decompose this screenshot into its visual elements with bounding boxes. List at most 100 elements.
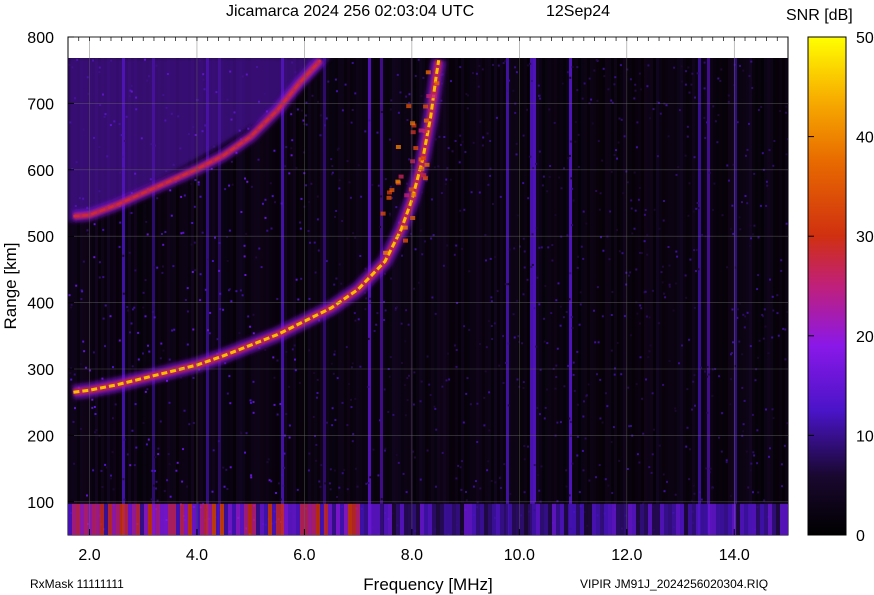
interference-band [136,503,140,535]
noise-stripe [317,58,320,535]
noise-speckle [244,177,246,180]
noise-speckle [784,328,787,331]
noise-stripe [527,58,530,535]
noise-speckle [736,308,739,311]
noise-speckle [693,306,696,309]
noise-speckle [434,138,437,141]
noise-speckle [530,265,533,268]
noise-speckle [498,364,501,367]
noise-speckle [334,78,337,81]
noise-stripe [632,58,635,535]
y-tick-label: 300 [27,362,54,379]
interference-band [72,503,76,535]
noise-speckle [95,429,98,431]
noise-speckle [638,187,641,190]
noise-speckle [191,271,194,273]
noise-stripe [557,58,560,535]
noise-speckle [512,313,515,316]
noise-speckle [270,480,273,483]
noise-speckle [384,447,387,450]
noise-speckle [296,108,299,111]
noise-stripe [467,58,470,535]
noise-speckle [577,255,580,258]
noise-speckle [350,398,352,401]
noise-speckle [456,302,459,304]
noise-speckle [285,350,288,353]
noise-speckle [581,97,584,100]
noise-speckle [769,278,771,281]
noise-speckle [281,474,284,476]
noise-speckle [521,342,524,345]
interference-band [188,503,192,535]
noise-speckle [190,243,193,246]
noise-speckle [469,403,472,406]
noise-stripe [635,58,638,535]
noise-speckle [691,408,694,411]
noise-speckle [459,466,462,469]
interference-band [424,503,428,535]
noise-speckle [180,232,183,235]
noise-speckle [420,229,423,232]
noise-stripe [680,58,683,535]
noise-speckle [508,248,511,251]
noise-speckle [419,400,422,403]
interference-band [752,503,756,535]
noise-speckle [319,134,322,137]
noise-speckle [489,140,492,142]
noise-speckle [708,373,710,376]
noise-speckle [603,75,606,78]
noise-stripe [563,58,566,535]
noise-speckle [380,195,383,198]
noise-speckle [467,94,469,97]
noise-speckle [640,307,643,310]
interference-band [584,503,588,535]
noise-speckle [559,305,562,308]
noise-speckle [226,488,229,490]
noise-speckle [651,289,654,292]
noise-speckle [684,154,687,157]
noise-speckle [767,352,770,355]
interference-band [532,503,536,535]
noise-speckle [122,478,125,481]
noise-speckle [207,329,209,332]
noise-speckle [350,406,353,409]
noise-speckle [614,76,617,79]
noise-speckle [338,179,341,182]
x-axis-label: Frequency [MHz] [363,575,492,594]
noise-speckle [704,370,706,373]
noise-speckle [698,491,701,494]
interference-band [572,503,576,535]
interference-band [284,503,288,535]
interference-band [280,503,284,535]
interference-band [772,503,776,535]
noise-stripe [731,58,734,535]
noise-speckle [706,411,709,414]
interference-band [748,503,752,535]
noise-speckle [94,413,97,415]
noise-speckle [146,388,149,391]
noise-speckle [717,114,720,117]
noise-speckle [346,237,349,240]
noise-speckle [606,405,609,408]
noise-speckle [335,277,338,280]
noise-stripe [587,58,590,535]
noise-speckle [319,485,322,488]
noise-speckle [738,216,741,219]
noise-stripe [470,58,473,535]
noise-speckle [780,463,783,466]
noise-speckle [643,240,646,243]
interference-band [144,503,148,535]
noise-speckle [554,387,557,390]
interference-band [608,503,612,535]
noise-speckle [388,212,391,215]
noise-speckle [545,388,548,391]
noise-speckle [377,474,380,477]
noise-stripe [623,58,626,535]
noise-speckle [523,445,526,447]
noise-speckle [290,154,293,157]
noise-speckle [579,303,582,306]
noise-speckle [507,283,510,286]
interference-band [336,503,340,535]
noise-speckle [181,480,184,483]
noise-speckle [371,183,374,186]
